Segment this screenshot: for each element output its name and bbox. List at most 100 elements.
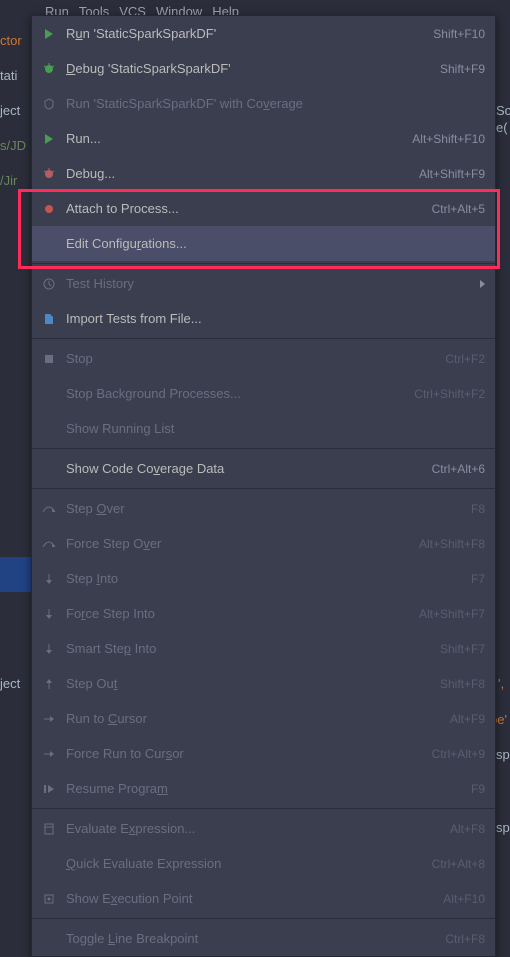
menu-item-shortcut: Alt+F8 xyxy=(450,822,485,836)
menu-item-shortcut: Alt+F10 xyxy=(443,892,485,906)
menu-item-shortcut: Alt+Shift+F8 xyxy=(419,537,485,551)
blank-icon xyxy=(42,857,56,871)
run-menu: Run 'StaticSparkSparkDF' Shift+F10 Debug '… xyxy=(31,15,496,957)
menu-item-show-code-coverage-data[interactable]: Show Code Coverage Data Ctrl+Alt+6 xyxy=(32,451,495,486)
menu-item-run-staticsparksparkdf-with-coverage: Run 'StaticSparkSparkDF' with Coverage xyxy=(32,86,495,121)
menu-separator xyxy=(32,448,495,449)
menu-item-label: Quick Evaluate Expression xyxy=(66,856,422,871)
menu-item-run[interactable]: Run... Alt+Shift+F10 xyxy=(32,121,495,156)
menu-item-label: Show Execution Point xyxy=(66,891,433,906)
submenu-arrow-icon xyxy=(480,280,485,288)
menu-item-shortcut: Alt+Shift+F7 xyxy=(419,607,485,621)
menu-separator xyxy=(32,918,495,919)
menu-item-test-history: Test History xyxy=(32,266,495,301)
menu-separator xyxy=(32,808,495,809)
stepout-icon xyxy=(42,677,56,691)
menu-item-shortcut: Ctrl+F8 xyxy=(445,932,485,946)
menu-item-label: Import Tests from File... xyxy=(66,311,485,326)
menu-item-label: Show Running List xyxy=(66,421,485,436)
menu-item-label: Step Over xyxy=(66,501,461,516)
stepinto-icon xyxy=(42,607,56,621)
menu-item-label: Evaluate Expression... xyxy=(66,821,440,836)
menu-separator xyxy=(32,338,495,339)
stepover-icon xyxy=(42,502,56,516)
bug-icon xyxy=(42,167,56,181)
menu-item-label: Smart Step Into xyxy=(66,641,430,656)
menu-item-shortcut: Alt+Shift+F10 xyxy=(412,132,485,146)
menu-item-label: Run... xyxy=(66,131,402,146)
menu-item-stop-background-processes: Stop Background Processes... Ctrl+Shift+F… xyxy=(32,376,495,411)
menu-item-label: Resume Program xyxy=(66,781,461,796)
menu-item-label: Force Step Over xyxy=(66,536,409,551)
menu-item-shortcut: Shift+F10 xyxy=(433,27,485,41)
menu-item-quick-evaluate-expression: Quick Evaluate Expression Ctrl+Alt+8 xyxy=(32,846,495,881)
stop-icon xyxy=(42,352,56,366)
menu-item-shortcut: Ctrl+Alt+8 xyxy=(432,857,485,871)
menu-item-shortcut: Alt+Shift+F9 xyxy=(419,167,485,181)
menu-item-label: Force Run to Cursor xyxy=(66,746,422,761)
menu-item-force-step-into: Force Step Into Alt+Shift+F7 xyxy=(32,596,495,631)
menu-item-label: Run to Cursor xyxy=(66,711,440,726)
menu-separator xyxy=(32,488,495,489)
menu-item-label: Show Code Coverage Data xyxy=(66,461,422,476)
menu-item-label: Run 'StaticSparkSparkDF' with Coverage xyxy=(66,96,485,111)
menu-item-label: Step Into xyxy=(66,571,461,586)
menu-item-force-step-over: Force Step Over Alt+Shift+F8 xyxy=(32,526,495,561)
menu-item-toggle-line-breakpoint: Toggle Line Breakpoint Ctrl+F8 xyxy=(32,921,495,956)
stepover-icon xyxy=(42,537,56,551)
menu-item-attach-to-process[interactable]: Attach to Process... Ctrl+Alt+5 xyxy=(32,191,495,226)
menu-item-label: Run 'StaticSparkSparkDF' xyxy=(66,26,423,41)
file-icon xyxy=(42,312,56,326)
menu-item-shortcut: F8 xyxy=(471,502,485,516)
attach-icon xyxy=(42,202,56,216)
menu-separator xyxy=(32,263,495,264)
exec-icon xyxy=(42,892,56,906)
menu-item-label: Edit Configurations... xyxy=(66,236,485,251)
menu-item-label: Toggle Line Breakpoint xyxy=(66,931,435,946)
menu-item-show-running-list: Show Running List xyxy=(32,411,495,446)
blank-icon xyxy=(42,387,56,401)
menu-item-label: Stop Background Processes... xyxy=(66,386,404,401)
menu-item-label: Test History xyxy=(66,276,466,291)
menu-item-label: Debug... xyxy=(66,166,409,181)
menu-item-shortcut: Ctrl+Alt+6 xyxy=(432,462,485,476)
menu-item-run-staticsparksparkdf[interactable]: Run 'StaticSparkSparkDF' Shift+F10 xyxy=(32,16,495,51)
menu-item-label: Step Out xyxy=(66,676,430,691)
blank-icon xyxy=(42,422,56,436)
menu-item-shortcut: Ctrl+Shift+F2 xyxy=(414,387,485,401)
calc-icon xyxy=(42,822,56,836)
cursor-icon xyxy=(42,747,56,761)
menu-item-show-execution-point: Show Execution Point Alt+F10 xyxy=(32,881,495,916)
menu-item-shortcut: Alt+F9 xyxy=(450,712,485,726)
menu-item-run-to-cursor: Run to Cursor Alt+F9 xyxy=(32,701,495,736)
blank-icon xyxy=(42,932,56,946)
stepinto-icon xyxy=(42,642,56,656)
menu-item-edit-configurations[interactable]: Edit Configurations... xyxy=(32,226,495,261)
menu-item-label: Attach to Process... xyxy=(66,201,422,216)
play-icon xyxy=(42,132,56,146)
menu-item-step-into: Step Into F7 xyxy=(32,561,495,596)
menu-item-smart-step-into: Smart Step Into Shift+F7 xyxy=(32,631,495,666)
menu-item-shortcut: Ctrl+Alt+5 xyxy=(432,202,485,216)
bug-icon xyxy=(42,62,56,76)
cursor-icon xyxy=(42,712,56,726)
menu-item-import-tests-from-file[interactable]: Import Tests from File... xyxy=(32,301,495,336)
menu-item-shortcut: Shift+F8 xyxy=(440,677,485,691)
menu-item-label: Force Step Into xyxy=(66,606,409,621)
menu-item-debug-staticsparksparkdf[interactable]: Debug 'StaticSparkSparkDF'Shift+F9 xyxy=(32,51,495,86)
stepinto-icon xyxy=(42,572,56,586)
menu-item-force-run-to-cursor: Force Run to CursorCtrl+Alt+9 xyxy=(32,736,495,771)
resume-icon xyxy=(42,782,56,796)
menu-item-resume-program: Resume Program F9 xyxy=(32,771,495,806)
menu-item-evaluate-expression: Evaluate Expression... Alt+F8 xyxy=(32,811,495,846)
menu-item-label: Stop xyxy=(66,351,435,366)
menu-item-label: Debug 'StaticSparkSparkDF' xyxy=(66,61,430,76)
menu-item-debug[interactable]: Debug... Alt+Shift+F9 xyxy=(32,156,495,191)
menu-item-shortcut: F9 xyxy=(471,782,485,796)
menu-item-shortcut: F7 xyxy=(471,572,485,586)
menu-item-shortcut: Shift+F7 xyxy=(440,642,485,656)
menu-item-step-out: Step Out Shift+F8 xyxy=(32,666,495,701)
play-icon xyxy=(42,27,56,41)
blank-icon xyxy=(42,237,56,251)
menu-item-stop: StopCtrl+F2 xyxy=(32,341,495,376)
